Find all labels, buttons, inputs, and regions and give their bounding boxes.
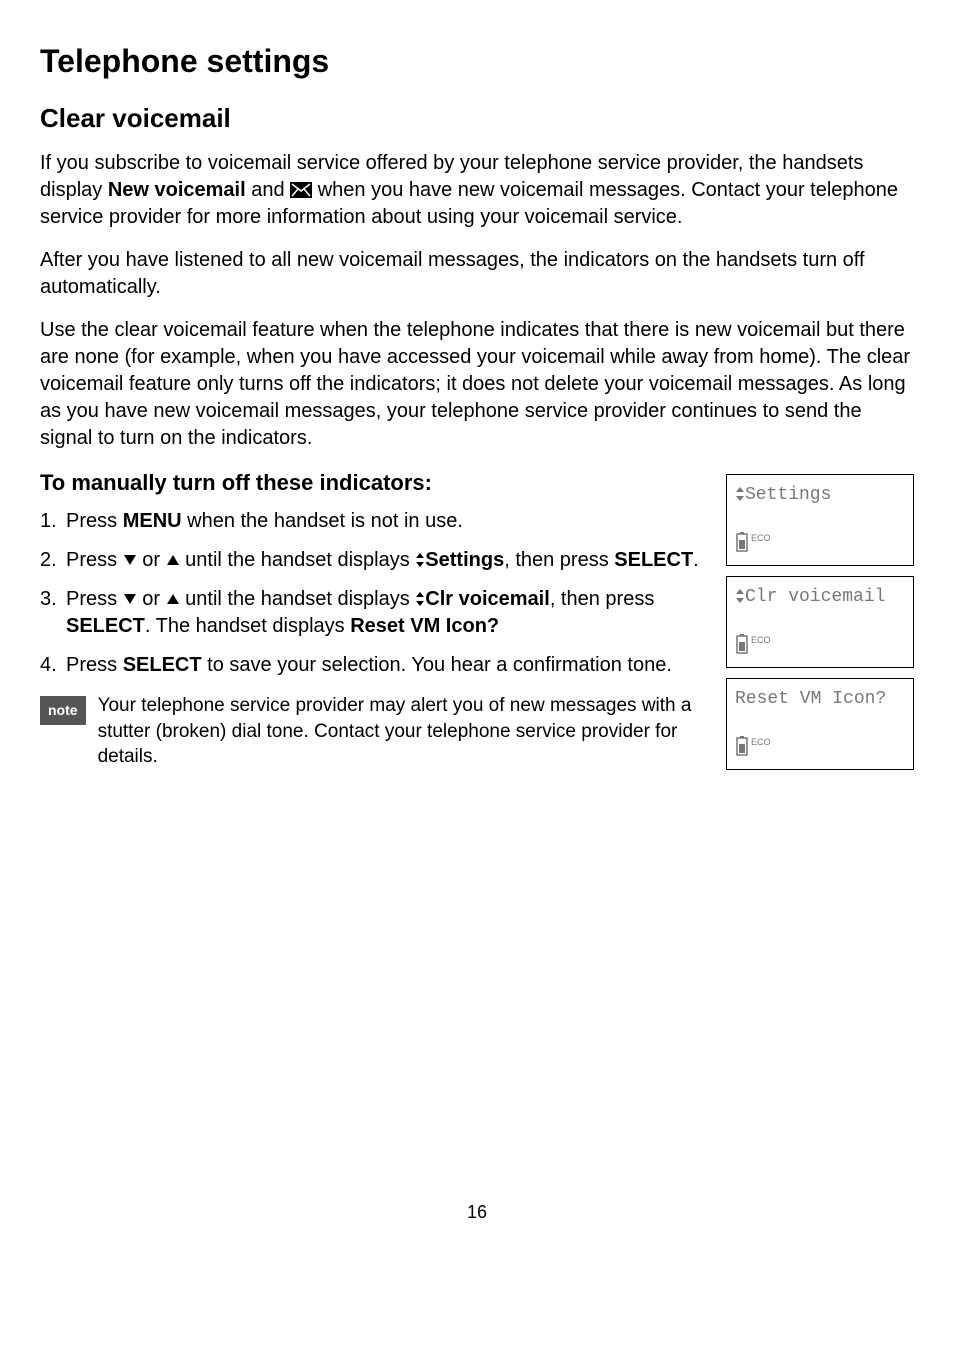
triangle-up-icon [166,554,180,566]
section-title: Clear voicemail [40,101,914,136]
screen-text: Reset VM Icon? [735,688,886,711]
text-bold: SELECT [66,615,145,637]
text-bold: New voicemail [108,179,246,201]
text: until the handset displays [180,549,416,571]
intro-paragraph-2: After you have listened to all new voice… [40,247,914,301]
triangle-up-icon [166,593,180,605]
envelope-icon [290,182,312,198]
text-bold: Clr voicemail [425,588,550,610]
page-number: 16 [40,1200,914,1224]
note-block: note Your telephone service provider may… [40,693,706,770]
text: to save your selection. You hear a confi… [202,654,672,676]
text: when the handset is not in use. [182,510,463,532]
text: and [246,179,290,201]
text-bold: SELECT [614,549,693,571]
text: until the handset displays [180,588,416,610]
note-badge: note [40,696,86,725]
intro-paragraph-3: Use the clear voicemail feature when the… [40,317,914,452]
text: , then press [550,588,655,610]
arrows-updown-icon [735,588,745,604]
text: Press [66,588,123,610]
text-bold: SELECT [123,654,202,676]
battery-icon [735,532,749,552]
text: or [137,588,166,610]
phone-screen-reset-vm: Reset VM Icon? ECO [726,678,914,770]
text-bold: MENU [123,510,182,532]
text: . [693,549,699,571]
eco-label: ECO [751,635,771,647]
text: Press [66,549,123,571]
text: Press [66,654,123,676]
list-item: Press SELECT to save your selection. You… [40,652,706,679]
list-item: Press or until the handset displays Sett… [40,547,706,574]
battery-icon [735,736,749,756]
intro-paragraph-1: If you subscribe to voicemail service of… [40,150,914,231]
screen-text: Settings [745,484,831,507]
triangle-down-icon [123,554,137,566]
text: Press [66,510,123,532]
eco-label: ECO [751,737,771,749]
steps-list: Press MENU when the handset is not in us… [40,508,706,679]
arrows-updown-icon [415,552,425,568]
note-text: Your telephone service provider may aler… [98,693,706,770]
triangle-down-icon [123,593,137,605]
battery-icon [735,634,749,654]
list-item: Press or until the handset displays Clr … [40,586,706,640]
arrows-updown-icon [735,486,745,502]
text: or [137,549,166,571]
page-title: Telephone settings [40,40,914,83]
phone-screen-settings: Settings ECO [726,474,914,566]
list-item: Press MENU when the handset is not in us… [40,508,706,535]
arrows-updown-icon [415,591,425,607]
phone-screen-clr-voicemail: Clr voicemail ECO [726,576,914,668]
text-bold: Settings [425,549,504,571]
text: , then press [504,549,614,571]
steps-title: To manually turn off these indicators: [40,468,706,498]
screen-text: Clr voicemail [745,586,885,609]
text: . The handset displays [145,615,350,637]
eco-label: ECO [751,533,771,545]
text-bold: Reset VM Icon? [350,615,499,637]
